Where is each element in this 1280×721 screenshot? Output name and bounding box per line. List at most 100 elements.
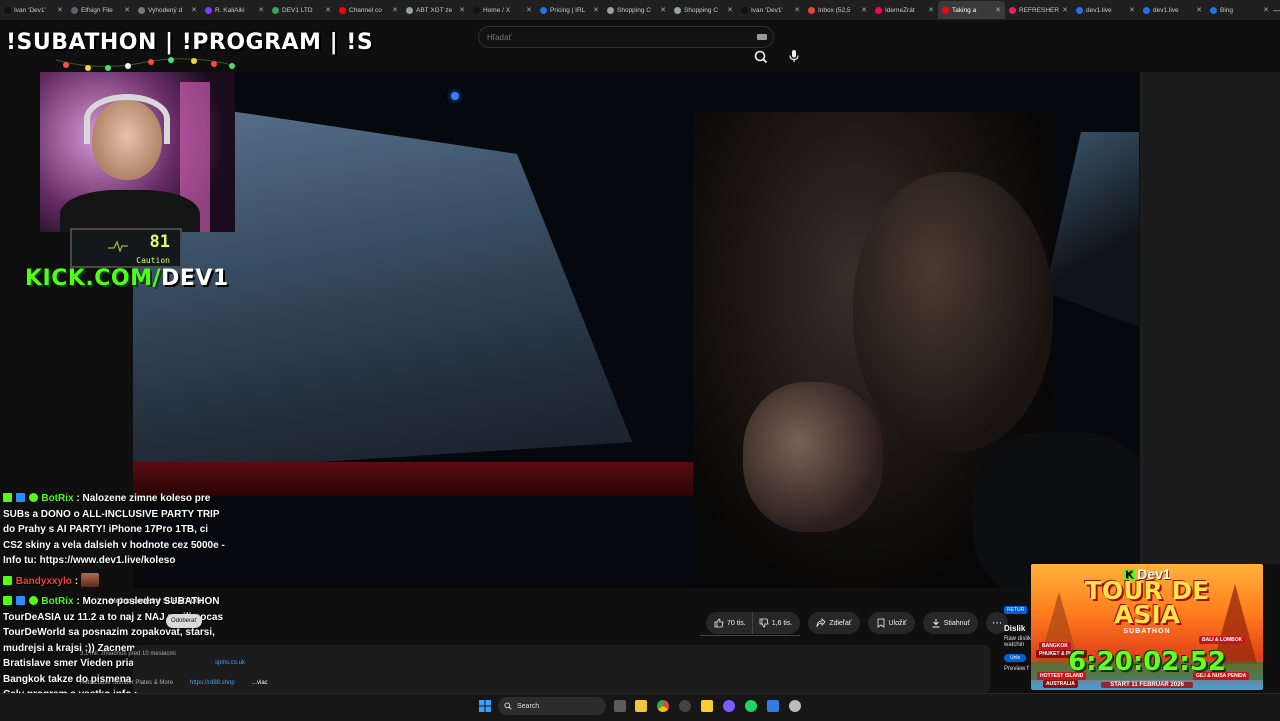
tab-favicon-icon (138, 6, 145, 14)
search-box[interactable] (478, 26, 774, 48)
show-more-link[interactable]: ...viac (252, 680, 268, 686)
browser-tab[interactable]: dev1.live ✕ (1139, 1, 1206, 19)
tab-close-icon[interactable]: ✕ (57, 6, 63, 14)
browser-tab[interactable]: Channel co ✕ (335, 1, 402, 19)
browser-tab[interactable]: Elfsign File ✕ (67, 1, 134, 19)
tab-favicon-icon (4, 6, 11, 14)
emote-icon (80, 573, 99, 587)
browser-tab-strip: Ivan 'Dev1' ✕ Elfsign File ✕ Vyhodený d ✕ R. K… (0, 0, 1280, 21)
tab-favicon-icon (674, 6, 681, 14)
tab-favicon-icon (205, 6, 212, 14)
search-input[interactable] (479, 26, 757, 48)
chat-message: Bandyxxylo : (3, 573, 228, 590)
browser-tab[interactable]: Inbox (52,5 ✕ (804, 1, 871, 19)
stream-title: !SUBATHON | !PROGRAM | !S (6, 30, 374, 55)
bot-badge-icon (15, 596, 25, 605)
browser-tab[interactable]: Vyhodený d ✕ (134, 1, 201, 19)
app-icon[interactable] (789, 700, 801, 712)
browser-tab[interactable]: Shopping C ✕ (603, 1, 670, 19)
microphone-icon[interactable] (785, 47, 803, 65)
tab-close-icon[interactable]: ✕ (124, 6, 130, 14)
browser-tab[interactable]: Bing ✕ (1206, 1, 1273, 19)
tab-close-icon[interactable]: ✕ (258, 6, 264, 14)
browser-tab[interactable]: Taking a ✕ (938, 1, 1005, 19)
video-actions: 70 tis. 1,6 tis. Zdieľať Uložiť Stiahnuť… (706, 612, 1009, 634)
card-line: Preview f (1004, 666, 1029, 672)
ghost-video-title: Možno posledný SUBATHON (110, 598, 202, 605)
tab-close-icon[interactable]: ✕ (1129, 6, 1135, 14)
tab-close-icon[interactable]: ✕ (191, 6, 197, 14)
promo-tag-bali: BALI & LOMBOK (1199, 636, 1246, 644)
tab-favicon-icon (71, 6, 78, 14)
tab-title: IdemeŽrát (885, 6, 915, 14)
file-explorer-icon[interactable] (635, 700, 647, 712)
search-icon[interactable] (748, 46, 774, 68)
person-head (853, 172, 1053, 452)
subscribe-button[interactable]: Odoberať (166, 614, 202, 628)
minimize-icon[interactable]: — (1273, 6, 1280, 15)
notes-icon[interactable] (701, 700, 713, 712)
description-link[interactable]: spins.co.uk (215, 660, 245, 666)
video-player[interactable] (133, 72, 1139, 588)
tab-close-icon[interactable]: ✕ (392, 6, 398, 14)
promo-tag-australia: AUSTRALIA (1043, 680, 1078, 688)
windows-start-icon[interactable] (479, 700, 491, 712)
subathon-promo: K Dev1 TOUR DE ASIA SUBATHON BANGKOK PHUK… (1031, 564, 1263, 690)
tab-close-icon[interactable]: ✕ (1196, 6, 1202, 14)
tab-close-icon[interactable]: ✕ (727, 6, 733, 14)
browser-tab[interactable]: IdemeŽrát ✕ (871, 1, 938, 19)
settings-icon[interactable] (679, 700, 691, 712)
dislike-button[interactable]: 1,6 tis. (751, 612, 801, 634)
streamer-shirt (60, 190, 200, 232)
tab-close-icon[interactable]: ✕ (928, 6, 934, 14)
taskbar-search[interactable]: Search (498, 697, 606, 715)
discord-icon[interactable] (723, 700, 735, 712)
description-link-2[interactable]: https://rd88.shop (190, 680, 235, 686)
browser-tab[interactable]: R. KaliAiki ✕ (201, 1, 268, 19)
sidebar-card[interactable]: RETUR Dislik Raw dislik watchin Unlo Pre… (1004, 606, 1034, 690)
tab-close-icon[interactable]: ✕ (459, 6, 465, 14)
chat-username: BotRix (41, 596, 74, 607)
tab-close-icon[interactable]: ✕ (1062, 6, 1068, 14)
like-button[interactable]: 70 tis. (706, 612, 752, 634)
tab-close-icon[interactable]: ✕ (1263, 6, 1269, 14)
download-button[interactable]: Stiahnuť (922, 612, 979, 634)
tab-close-icon[interactable]: ✕ (325, 6, 331, 14)
subathon-timer: 6:20:02:52 (1068, 647, 1226, 677)
tab-close-icon[interactable]: ✕ (660, 6, 666, 14)
tab-title: Bing (1220, 6, 1234, 14)
browser-tab[interactable]: ABT XGT ze ✕ (402, 1, 469, 19)
share-button[interactable]: Zdieľať (808, 612, 860, 634)
browser-tab[interactable]: Ivan 'Dev1' ✕ (737, 1, 804, 19)
tab-favicon-icon (1076, 6, 1083, 14)
chrome-icon[interactable] (657, 700, 669, 712)
browser-tab[interactable]: DEV1 LTD ✕ (268, 1, 335, 19)
tab-title: dev1.live (1086, 6, 1112, 14)
tab-close-icon[interactable]: ✕ (995, 6, 1001, 14)
save-button[interactable]: Uložiť (867, 612, 915, 634)
tab-favicon-icon (942, 6, 949, 14)
browser-tab[interactable]: Pricing | IRL ✕ (536, 1, 603, 19)
more-icon: ⋯ (992, 617, 1003, 629)
street-light (451, 92, 459, 100)
bookmark-icon (877, 618, 884, 628)
tab-title: Vyhodený d (148, 6, 183, 14)
browser-tab[interactable]: Shopping C ✕ (670, 1, 737, 19)
browser-tab[interactable]: Home / X ✕ (469, 1, 536, 19)
tab-title: Home / X (483, 6, 511, 14)
card-button[interactable]: Unlo (1004, 654, 1027, 662)
tab-close-icon[interactable]: ✕ (593, 6, 599, 14)
spotify-icon[interactable] (745, 700, 757, 712)
tab-close-icon[interactable]: ✕ (526, 6, 532, 14)
tab-close-icon[interactable]: ✕ (794, 6, 800, 14)
tab-close-icon[interactable]: ✕ (861, 6, 867, 14)
description-line: Retractable Number Plates & More (80, 680, 174, 686)
browser-tab[interactable]: dev1.live ✕ (1072, 1, 1139, 19)
document-icon[interactable] (767, 700, 779, 712)
browser-tab[interactable]: REFRESHER ✕ (1005, 1, 1072, 19)
keyboard-icon[interactable] (757, 34, 767, 40)
heart-rate-gauge: 81 Caution (70, 228, 182, 268)
browser-tab[interactable]: Ivan 'Dev1' ✕ (0, 1, 67, 19)
tab-title: Pricing | IRL (550, 6, 586, 14)
task-view-icon[interactable] (614, 700, 626, 712)
